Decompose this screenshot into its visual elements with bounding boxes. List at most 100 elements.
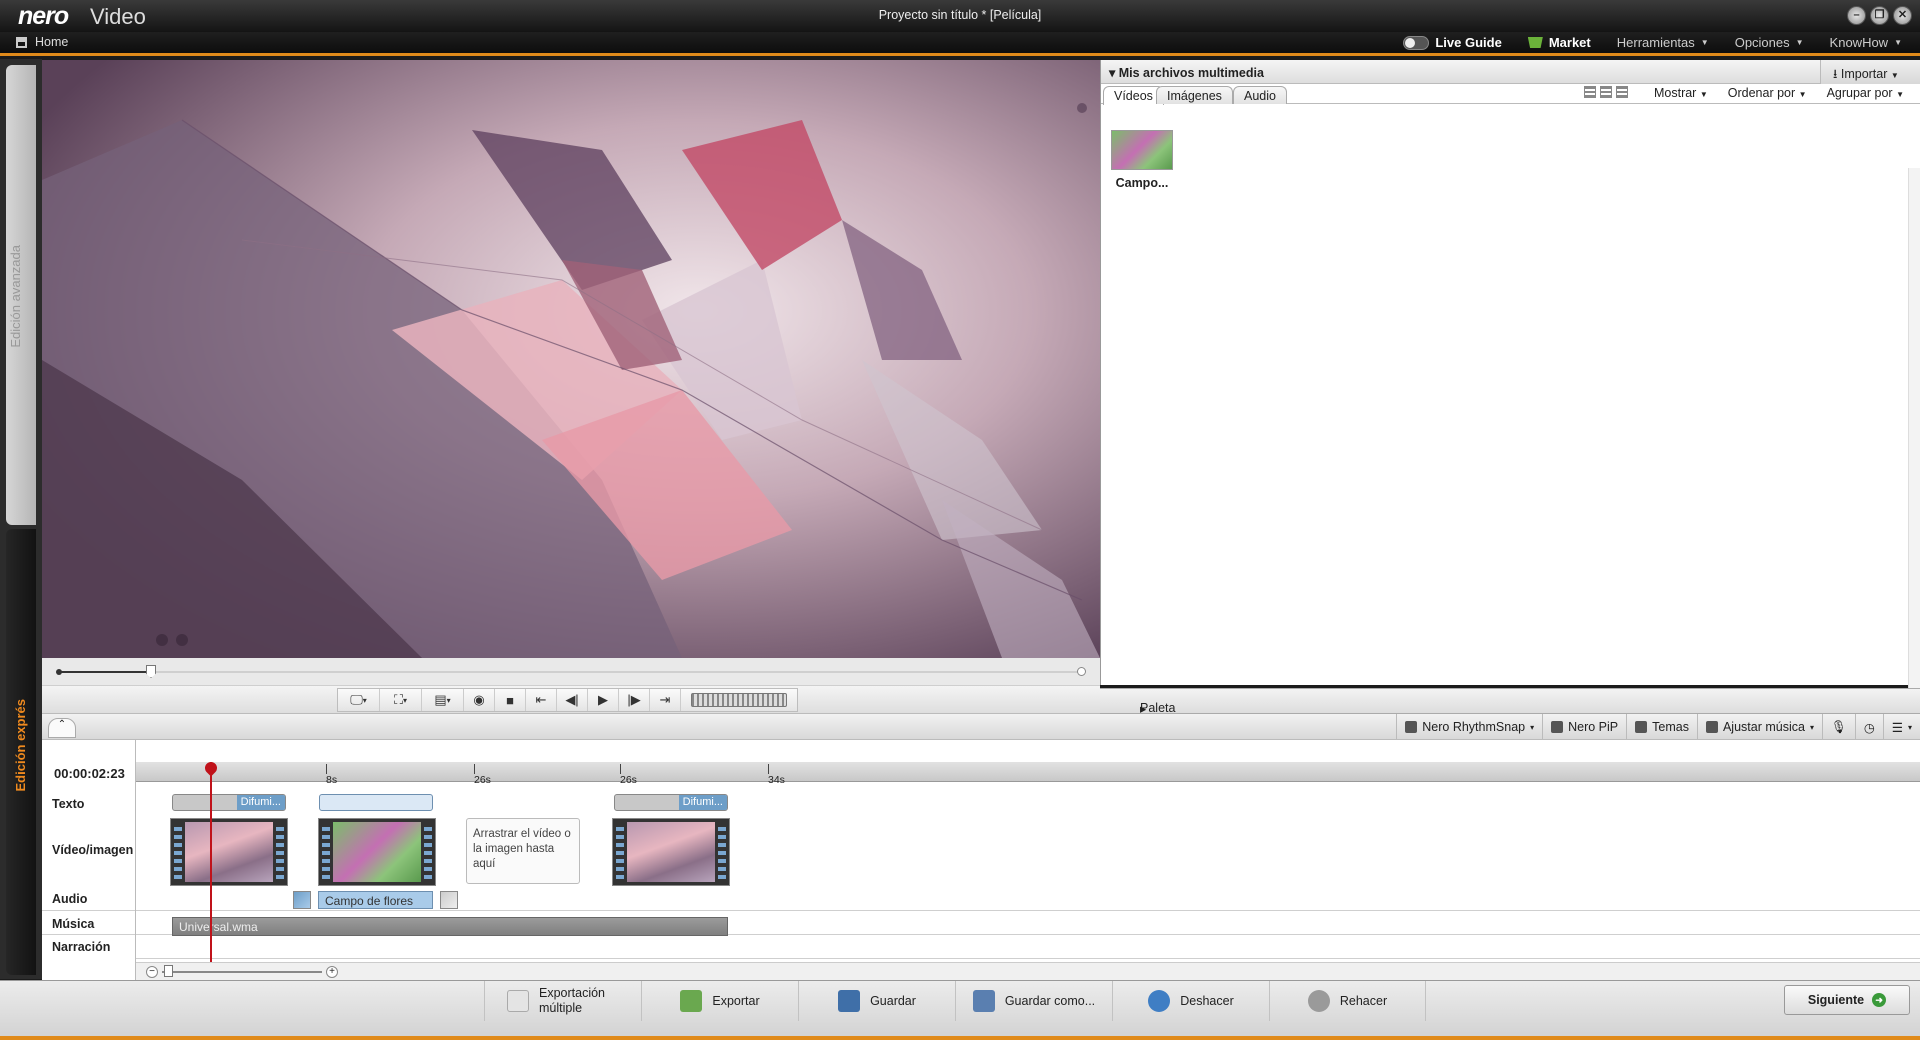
- undo-button[interactable]: Deshacer: [1112, 981, 1269, 1021]
- media-item[interactable]: Campo...: [1109, 130, 1175, 190]
- fit-music-icon: [1705, 721, 1718, 733]
- track-divider: [136, 958, 1920, 959]
- step-back-icon: ◀|: [565, 692, 579, 707]
- aspect-ratio-button[interactable]: ▤ ▾: [422, 689, 464, 711]
- download-icon: ⭳: [1833, 67, 1841, 81]
- redo-icon: [1307, 990, 1330, 1012]
- export-multiple-icon: [507, 990, 529, 1012]
- tab-express-label: Edición exprés: [13, 699, 28, 792]
- playhead[interactable]: [210, 762, 212, 962]
- fit-music-button[interactable]: Ajustar música ▾: [1696, 714, 1822, 740]
- timeline-options-button[interactable]: ☰ ▾: [1882, 714, 1920, 740]
- display-mode-button[interactable]: 🖵 ▾: [338, 689, 380, 711]
- chevron-down-icon: ▼: [1699, 90, 1708, 99]
- text-clip[interactable]: [319, 794, 433, 811]
- go-to-start-button[interactable]: ⇤: [526, 689, 557, 711]
- agrupar-dropdown[interactable]: Agrupar por ▼: [1827, 86, 1904, 100]
- grid-view-icon[interactable]: [1583, 86, 1596, 98]
- tab-videos[interactable]: Vídeos: [1103, 86, 1164, 105]
- media-panel-title[interactable]: ▾ Mis archivos multimedia: [1109, 65, 1264, 80]
- themes-button[interactable]: Temas: [1626, 714, 1697, 740]
- effects-palette-bar[interactable]: ▸ Paleta de efectos:: [1100, 688, 1920, 743]
- media-scrollbar[interactable]: [1908, 168, 1920, 743]
- scrub-track[interactable]: [60, 671, 1082, 673]
- video-clip[interactable]: [318, 818, 436, 886]
- import-button[interactable]: ⭳ Importar ▼: [1820, 60, 1920, 84]
- export-label: Exportar: [712, 994, 760, 1008]
- zoom-in-icon[interactable]: +: [326, 966, 338, 978]
- go-to-end-button[interactable]: ⇥: [650, 689, 681, 711]
- scrub-handle[interactable]: [146, 665, 156, 678]
- tab-audio[interactable]: Audio: [1233, 86, 1287, 104]
- media-thumbnail[interactable]: [1111, 130, 1173, 170]
- thumbnail-view-icon[interactable]: [1599, 86, 1612, 98]
- zoom-handle[interactable]: [164, 965, 173, 977]
- maximize-button[interactable]: ❐: [1870, 6, 1889, 25]
- tab-express-edit[interactable]: Edición exprés: [6, 529, 36, 975]
- chevron-down-icon: ▼: [1795, 38, 1804, 47]
- next-button[interactable]: Siguiente ➜: [1784, 985, 1910, 1015]
- rhythmsnap-label: Nero RhythmSnap: [1422, 720, 1526, 734]
- fullscreen-button[interactable]: ⛶ ▾: [380, 689, 422, 711]
- home-link[interactable]: Home: [16, 35, 68, 49]
- opciones-label: Opciones: [1734, 35, 1790, 50]
- zoom-slider[interactable]: − +: [146, 965, 338, 978]
- previous-frame-button[interactable]: ◀|: [557, 689, 588, 711]
- jog-wheel[interactable]: [691, 693, 787, 707]
- video-clip[interactable]: [170, 818, 288, 886]
- mostrar-dropdown[interactable]: Mostrar ▼: [1654, 86, 1708, 100]
- media-toolbar: Mostrar ▼ Ordenar por ▼ Agrupar por ▼: [1583, 86, 1904, 100]
- tab-advanced-label: Edición avanzada: [8, 245, 23, 348]
- audio-clip[interactable]: Campo de flores: [318, 891, 433, 909]
- track-label-music: Música: [52, 917, 95, 931]
- rhythmsnap-button[interactable]: Nero RhythmSnap ▾: [1396, 714, 1542, 740]
- live-guide-toggle[interactable]: Live Guide: [1403, 35, 1502, 50]
- clock-button[interactable]: ◷: [1854, 714, 1883, 740]
- chevron-down-icon: ▼: [1896, 90, 1904, 99]
- stop-button[interactable]: ■: [495, 689, 526, 711]
- ordenar-dropdown[interactable]: Ordenar por ▼: [1728, 86, 1807, 100]
- opciones-menu[interactable]: Opciones ▼: [1735, 35, 1804, 50]
- timeline-toolbar: ⌃ Nero RhythmSnap ▾ Nero PiP Temas Ajusta…: [42, 714, 1920, 740]
- floppy-disk-icon: [838, 990, 861, 1012]
- market-menu[interactable]: Market: [1527, 35, 1591, 50]
- list-view-icon[interactable]: [1615, 86, 1628, 98]
- microphone-button[interactable]: 🎙: [1821, 714, 1855, 740]
- zoom-out-icon[interactable]: −: [146, 966, 158, 978]
- chevron-down-icon: ▼: [1890, 71, 1899, 80]
- track-headers: 00:00:02:23 Texto Vídeo/imagen Audio Mús…: [42, 740, 136, 980]
- knowhow-menu[interactable]: KnowHow ▼: [1830, 35, 1902, 50]
- transport-controls: 🖵 ▾ ⛶ ▾ ▤ ▾ ◉ ■ ⇤ ◀| ▶ |▶ ⇥: [337, 688, 798, 712]
- play-button[interactable]: ▶: [588, 689, 619, 711]
- time-ruler[interactable]: 8s 26s 26s 34s: [136, 762, 1920, 786]
- redo-button[interactable]: Rehacer: [1269, 981, 1426, 1021]
- snapshot-button[interactable]: ◉: [464, 689, 495, 711]
- toggle-switch-icon[interactable]: [1403, 35, 1430, 50]
- herramientas-menu[interactable]: Herramientas ▼: [1617, 35, 1709, 50]
- pip-button[interactable]: Nero PiP: [1542, 714, 1626, 740]
- minimize-button[interactable]: –: [1847, 6, 1866, 25]
- video-clip[interactable]: [612, 818, 730, 886]
- drop-target-hint[interactable]: Arrastrar el vídeo o la imagen hasta aqu…: [466, 818, 580, 884]
- preview-scrub-bar[interactable]: [42, 658, 1100, 686]
- save-button[interactable]: Guardar: [798, 981, 955, 1021]
- close-button[interactable]: ✕: [1893, 6, 1912, 25]
- export-multiple-button[interactable]: Exportación múltiple: [484, 981, 641, 1021]
- text-clip[interactable]: Difumi...: [172, 794, 286, 811]
- timeline-scrollbar[interactable]: − +: [136, 962, 1920, 980]
- tab-images[interactable]: Imágenes: [1156, 86, 1233, 104]
- transition-icon[interactable]: [293, 891, 311, 909]
- market-label: Market: [1548, 35, 1591, 50]
- track-label-audio: Audio: [52, 892, 88, 906]
- text-clip[interactable]: Difumi...: [614, 794, 728, 811]
- export-button[interactable]: Exportar: [641, 981, 798, 1021]
- transition-placeholder-icon[interactable]: [440, 891, 458, 909]
- next-frame-button[interactable]: |▶: [619, 689, 650, 711]
- chevron-down-icon: ▾: [1530, 722, 1535, 732]
- tab-advanced-edit[interactable]: Edición avanzada: [6, 65, 36, 525]
- video-preview[interactable]: [42, 60, 1100, 658]
- collapse-timeline-button[interactable]: ⌃: [48, 718, 76, 738]
- music-clip[interactable]: Universal.wma: [172, 917, 728, 936]
- save-as-button[interactable]: Guardar como...: [955, 981, 1112, 1021]
- save-as-icon: [972, 990, 995, 1012]
